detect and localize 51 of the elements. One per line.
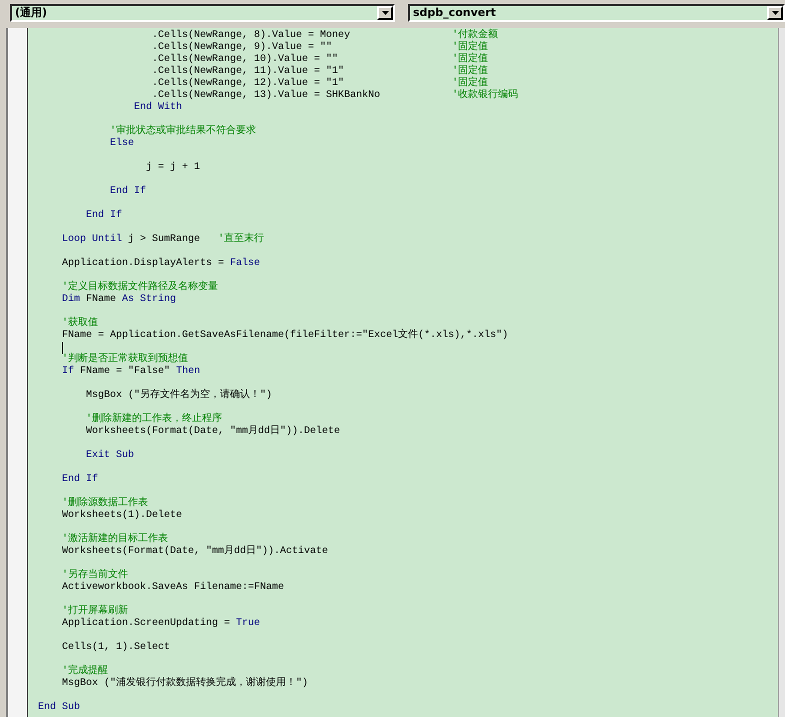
code-text: .Cells(NewRange, 12).Value = "1" (152, 78, 344, 90)
code-text: If FName = "False" Then (62, 366, 200, 378)
code-text: .Cells(NewRange, 11).Value = "1" (152, 66, 344, 78)
vertical-scrollbar[interactable] (778, 28, 785, 717)
procedure-dropdown[interactable]: sdpb_convert (408, 4, 785, 22)
code-text: .Cells(NewRange, 10).Value = "" (152, 54, 338, 66)
code-comment: '删除新建的工作表，终止程序 (86, 414, 222, 426)
dropdown-button[interactable] (767, 6, 783, 20)
code-text: Exit Sub (86, 450, 134, 462)
code-comment: '审批状态或审批结果不符合要求 (110, 126, 256, 138)
dropdown-button[interactable] (377, 6, 393, 20)
code-comment: '固定值 (452, 78, 488, 89)
code-text: j = j + 1 (146, 162, 200, 174)
caret-icon (772, 11, 778, 15)
code-text: Worksheets(Format(Date, "mm月dd日")).Delete (86, 426, 340, 438)
code-text: MsgBox ("另存文件名为空，请确认！") (86, 390, 272, 402)
code-comment: '定义目标数据文件路径及名称变量 (62, 282, 218, 294)
code-text: .Cells(NewRange, 13).Value = SHKBankNo (152, 90, 380, 102)
code-comment: '获取值 (62, 318, 98, 330)
code-comment: '完成提醒 (62, 666, 108, 678)
code-text: End With (134, 102, 182, 114)
code-comment: '直至末行 (218, 234, 264, 246)
code-text: MsgBox ("浦发银行付款数据转换完成，谢谢使用！") (62, 678, 308, 690)
code-text: .Cells(NewRange, 8).Value = Money (152, 30, 350, 42)
code-text: End Sub (38, 702, 80, 714)
code-comment: '另存当前文件 (62, 570, 128, 582)
code-text: Application.ScreenUpdating = True (62, 618, 260, 630)
code-comment: '固定值 (452, 42, 488, 53)
caret-icon (382, 11, 388, 15)
code-comment: '激活新建的目标工作表 (62, 534, 168, 546)
code-text: Else (110, 138, 134, 150)
code-text: FName = Application.GetSaveAsFilename(fileFilter:="Excel文件(*.xls),*.xls") (62, 330, 508, 342)
code-comment: '固定值 (452, 66, 488, 77)
code-text: Worksheets(1).Delete (62, 510, 182, 522)
code-comment: '付款金额 (452, 30, 498, 41)
code-comment: '收款银行编码 (452, 90, 518, 102)
code-text: End If (62, 474, 98, 486)
code-text: Loop Until j > SumRange (62, 234, 200, 246)
object-dropdown[interactable]: (通用) (10, 4, 395, 22)
code-text: Cells(1, 1).Select (62, 642, 170, 654)
code-comment: '删除源数据工作表 (62, 498, 148, 510)
code-text: Dim FName As String (62, 294, 176, 306)
code-text: Activeworkbook.SaveAs Filename:=FName (62, 582, 284, 594)
code-text: Worksheets(Format(Date, "mm月dd日")).Activate (62, 546, 328, 558)
code-text: End If (110, 186, 146, 198)
code-text: .Cells(NewRange, 9).Value = "" (152, 42, 332, 54)
code-comment: '打开屏幕刷新 (62, 606, 128, 618)
code-text: Application.DisplayAlerts = False (62, 258, 260, 270)
code-comment: '判断是否正常获取到预想值 (62, 354, 188, 366)
code-text: End If (86, 210, 122, 222)
code-comment: '固定值 (452, 54, 488, 65)
